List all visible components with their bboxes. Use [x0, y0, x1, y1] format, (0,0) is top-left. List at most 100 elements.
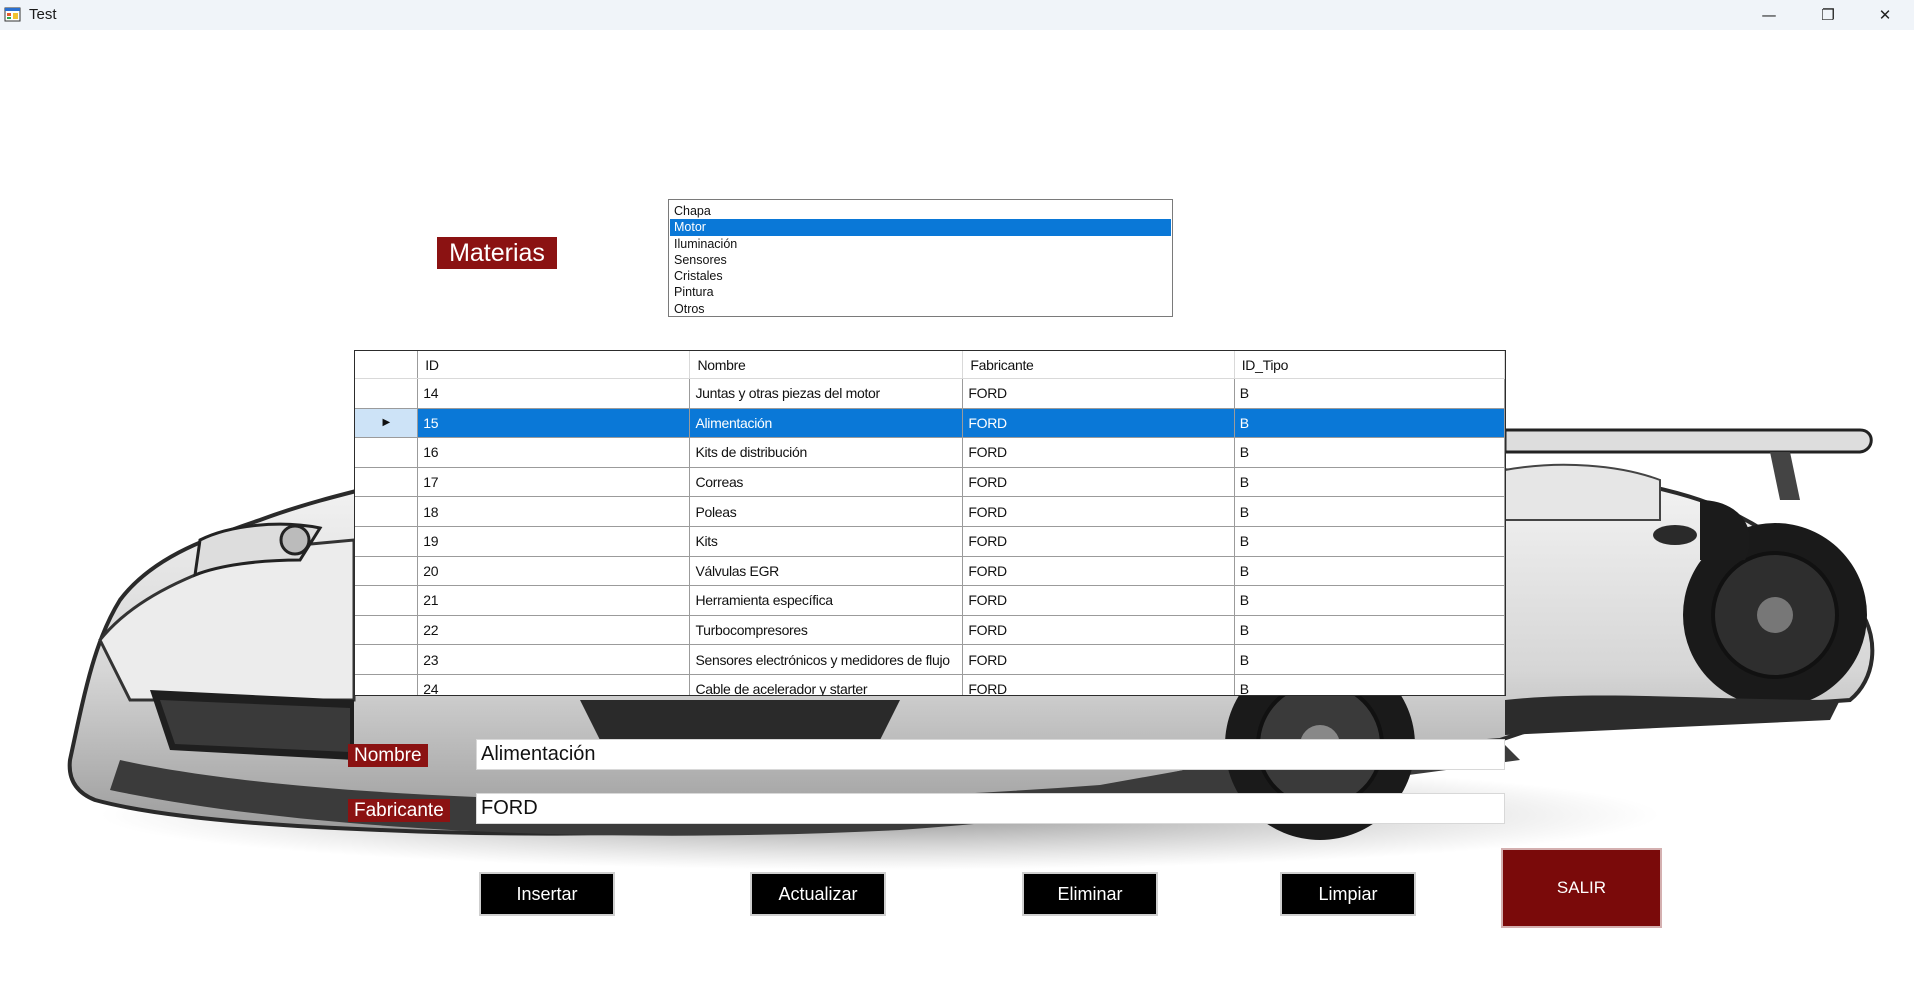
- cell-fabricante[interactable]: FORD: [962, 674, 1235, 695]
- category-option[interactable]: Otros: [670, 301, 1171, 317]
- cell-id-tipo[interactable]: B: [1234, 526, 1505, 557]
- grid-row[interactable]: 20 Válvulas EGR FORD B: [355, 556, 1505, 587]
- row-header-cell[interactable]: [355, 644, 419, 675]
- category-option[interactable]: Pintura: [670, 284, 1171, 300]
- cell-id[interactable]: 14: [417, 378, 691, 409]
- cell-id[interactable]: 15: [417, 408, 691, 439]
- cell-id[interactable]: 24: [417, 674, 691, 695]
- category-option[interactable]: Chapa: [670, 203, 1171, 219]
- column-header-id-tipo[interactable]: ID_Tipo: [1234, 351, 1505, 379]
- cell-id[interactable]: 16: [417, 437, 691, 468]
- column-header-fabricante[interactable]: Fabricante: [962, 351, 1235, 379]
- cell-nombre[interactable]: Kits de distribución: [689, 437, 964, 468]
- nombre-input[interactable]: [476, 739, 1505, 770]
- cell-nombre[interactable]: Válvulas EGR: [689, 556, 964, 587]
- cell-fabricante[interactable]: FORD: [962, 378, 1235, 409]
- materias-label: Materias: [437, 237, 557, 269]
- window-title: Test: [29, 6, 57, 23]
- cell-nombre[interactable]: Kits: [689, 526, 964, 557]
- minimize-icon: —: [1761, 6, 1777, 24]
- cell-id[interactable]: 18: [417, 496, 691, 527]
- grid-row[interactable]: 17 Correas FORD B: [355, 467, 1505, 498]
- cell-id-tipo[interactable]: B: [1234, 408, 1505, 439]
- category-listbox[interactable]: Chapa Motor Iluminación Sensores Cristales Pi…: [668, 199, 1173, 317]
- category-option[interactable]: Iluminación: [670, 236, 1171, 252]
- restore-button[interactable]: ❐: [1799, 0, 1857, 30]
- row-header-cell[interactable]: [355, 674, 419, 695]
- cell-id-tipo[interactable]: B: [1234, 467, 1505, 498]
- cell-id[interactable]: 20: [417, 556, 691, 587]
- cell-nombre[interactable]: Cable de acelerador y starter: [689, 674, 964, 695]
- fabricante-label: Fabricante: [348, 799, 450, 822]
- grid-row[interactable]: ▶ 15 Alimentación FORD B: [355, 408, 1505, 439]
- cell-nombre[interactable]: Sensores electrónicos y medidores de flu…: [689, 644, 964, 675]
- cell-fabricante[interactable]: FORD: [962, 615, 1235, 646]
- app-icon: [4, 7, 21, 22]
- row-header-cell[interactable]: [355, 585, 419, 616]
- grid-row[interactable]: 21 Herramienta específica FORD B: [355, 585, 1505, 616]
- cell-id-tipo[interactable]: B: [1234, 378, 1505, 409]
- grid-row[interactable]: 19 Kits FORD B: [355, 526, 1505, 557]
- cell-nombre[interactable]: Poleas: [689, 496, 964, 527]
- column-header-nombre[interactable]: Nombre: [689, 351, 964, 379]
- cell-fabricante[interactable]: FORD: [962, 408, 1235, 439]
- cell-id-tipo[interactable]: B: [1234, 437, 1505, 468]
- row-header-cell[interactable]: [355, 615, 419, 646]
- minimize-button[interactable]: —: [1740, 0, 1798, 30]
- cell-fabricante[interactable]: FORD: [962, 526, 1235, 557]
- cell-id[interactable]: 22: [417, 615, 691, 646]
- grid-row[interactable]: 22 Turbocompresores FORD B: [355, 615, 1505, 646]
- cell-nombre[interactable]: Turbocompresores: [689, 615, 964, 646]
- cell-id-tipo[interactable]: B: [1234, 585, 1505, 616]
- row-header-corner: [355, 351, 419, 379]
- cell-id[interactable]: 19: [417, 526, 691, 557]
- cell-fabricante[interactable]: FORD: [962, 644, 1235, 675]
- parts-data-grid[interactable]: ID Nombre Fabricante ID_Tipo 14 Juntas y …: [354, 350, 1506, 696]
- cell-id[interactable]: 23: [417, 644, 691, 675]
- grid-row[interactable]: 23 Sensores electrónicos y medidores de f…: [355, 644, 1505, 675]
- cell-id-tipo[interactable]: B: [1234, 556, 1505, 587]
- cell-nombre[interactable]: Correas: [689, 467, 964, 498]
- cell-fabricante[interactable]: FORD: [962, 437, 1235, 468]
- cell-nombre[interactable]: Juntas y otras piezas del motor: [689, 378, 964, 409]
- cell-nombre[interactable]: Herramienta específica: [689, 585, 964, 616]
- insertar-button[interactable]: Insertar: [479, 872, 615, 916]
- row-header-cell[interactable]: [355, 378, 419, 409]
- category-option[interactable]: Cristales: [670, 268, 1171, 284]
- grid-row[interactable]: 16 Kits de distribución FORD B: [355, 437, 1505, 468]
- row-header-cell[interactable]: ▶: [355, 408, 419, 439]
- row-header-cell[interactable]: [355, 496, 419, 527]
- grid-row[interactable]: 18 Poleas FORD B: [355, 496, 1505, 527]
- row-header-cell[interactable]: [355, 556, 419, 587]
- cell-fabricante[interactable]: FORD: [962, 585, 1235, 616]
- close-button[interactable]: ✕: [1856, 0, 1914, 30]
- category-option[interactable]: Sensores: [670, 252, 1171, 268]
- cell-id[interactable]: 21: [417, 585, 691, 616]
- cell-fabricante[interactable]: FORD: [962, 496, 1235, 527]
- app-window: Test — ❐ ✕ Materias Chapa Motor Iluminació…: [0, 0, 1914, 1003]
- close-icon: ✕: [1878, 6, 1892, 24]
- title-bar: Test — ❐ ✕: [0, 0, 1914, 30]
- cell-id-tipo[interactable]: B: [1234, 644, 1505, 675]
- limpiar-button[interactable]: Limpiar: [1280, 872, 1416, 916]
- current-row-arrow-icon: ▶: [382, 417, 390, 429]
- category-option[interactable]: Motor: [670, 219, 1171, 236]
- cell-fabricante[interactable]: FORD: [962, 467, 1235, 498]
- eliminar-button[interactable]: Eliminar: [1022, 872, 1158, 916]
- fabricante-input[interactable]: [476, 793, 1505, 824]
- row-header-cell[interactable]: [355, 467, 419, 498]
- row-header-cell[interactable]: [355, 437, 419, 468]
- cell-nombre[interactable]: Alimentación: [689, 408, 964, 439]
- restore-icon: ❐: [1821, 6, 1835, 24]
- cell-fabricante[interactable]: FORD: [962, 556, 1235, 587]
- cell-id[interactable]: 17: [417, 467, 691, 498]
- grid-row[interactable]: 24 Cable de acelerador y starter FORD B: [355, 674, 1505, 695]
- column-header-id[interactable]: ID: [417, 351, 691, 379]
- row-header-cell[interactable]: [355, 526, 419, 557]
- cell-id-tipo[interactable]: B: [1234, 496, 1505, 527]
- grid-row[interactable]: 14 Juntas y otras piezas del motor FORD B: [355, 378, 1505, 409]
- cell-id-tipo[interactable]: B: [1234, 674, 1505, 695]
- actualizar-button[interactable]: Actualizar: [750, 872, 886, 916]
- cell-id-tipo[interactable]: B: [1234, 615, 1505, 646]
- salir-button[interactable]: SALIR: [1501, 848, 1662, 928]
